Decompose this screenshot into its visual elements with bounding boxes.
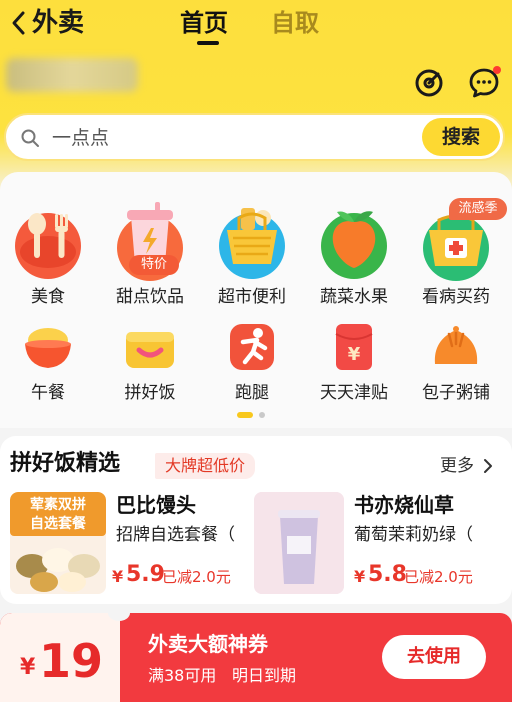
blurred-address[interactable] xyxy=(6,58,138,92)
search-icon xyxy=(21,129,39,147)
category-drinks[interactable]: 特价 甜点饮品 xyxy=(102,200,198,308)
dish-image-text-line: 自选套餐 xyxy=(30,516,86,532)
drink-icon: 特价 xyxy=(109,200,191,282)
group-meal-section: 拼好饭精选 大牌超低价 更多 荤素双拼自选套餐 巴比馒头 招牌自选套餐（ ¥ 5… xyxy=(0,436,512,604)
dumplings-picture xyxy=(16,548,100,592)
coupon-currency: ¥ xyxy=(20,655,36,680)
price-value: 5.9 xyxy=(126,562,165,587)
category-label: 天天津贴 xyxy=(320,383,388,403)
price-currency: ¥ xyxy=(354,567,366,586)
price-currency: ¥ xyxy=(112,567,124,586)
promo-tag: 大牌超低价 xyxy=(155,453,256,479)
category-subsidy[interactable]: ¥ 天天津贴 xyxy=(306,320,402,404)
category-food[interactable]: 美食 xyxy=(0,200,96,308)
chevron-right-icon[interactable] xyxy=(482,458,494,474)
category-lunch[interactable]: 午餐 xyxy=(0,320,96,404)
search-button[interactable]: 搜索 xyxy=(422,118,500,156)
red-envelope-icon: ¥ xyxy=(327,320,381,374)
page-dot-active xyxy=(237,412,253,418)
bun-icon xyxy=(429,320,483,374)
coupon-amount: 19 xyxy=(39,634,104,688)
page-dot xyxy=(259,412,265,418)
category-label: 跑腿 xyxy=(235,383,269,403)
dish-shop-name[interactable]: 书亦烧仙草 xyxy=(354,492,454,518)
medicine-icon: 流感季 xyxy=(415,198,507,282)
page-title: 外卖 xyxy=(32,8,85,38)
category-label: 拼好饭 xyxy=(124,383,176,403)
tab-active-indicator xyxy=(197,41,219,45)
notification-dot xyxy=(493,66,501,74)
milk-tea-picture xyxy=(254,492,344,594)
discount-text: 已减2.0元 xyxy=(162,568,231,586)
chevron-left-icon xyxy=(12,11,25,35)
search-bar[interactable]: 一点点 搜索 xyxy=(4,113,505,161)
category-label: 午餐 xyxy=(31,383,65,403)
page-indicator xyxy=(237,412,277,418)
rice-bowl-icon xyxy=(21,320,75,374)
coupon-expiry: 明日到期 xyxy=(232,666,297,685)
basket-icon xyxy=(211,200,293,282)
category-supermarket[interactable]: 超市便利 xyxy=(204,200,300,308)
dish-image[interactable] xyxy=(254,492,344,594)
coupon-banner[interactable]: ¥ 19 外卖大额神券 满38可用 明日到期 去使用 xyxy=(0,613,512,702)
sale-badge: 特价 xyxy=(129,255,179,275)
discount-text: 已减2.0元 xyxy=(404,568,473,586)
scan-button[interactable] xyxy=(413,67,445,99)
dish-description: 葡萄茉莉奶绿（ xyxy=(354,525,473,545)
coupon-amount-area: ¥ 19 xyxy=(0,613,120,702)
use-coupon-button[interactable]: 去使用 xyxy=(382,635,486,679)
section-title: 拼好饭精选 xyxy=(10,451,121,476)
more-link[interactable]: 更多 xyxy=(440,454,474,478)
dish-image-caption: 荤素双拼 自选套餐 xyxy=(10,492,106,536)
category-label: 美食 xyxy=(31,287,65,307)
tab-home[interactable]: 首页 xyxy=(180,6,228,40)
category-label: 看病买药 xyxy=(422,287,490,307)
box-icon xyxy=(123,320,177,374)
search-input[interactable]: 一点点 xyxy=(52,126,109,150)
dish-image[interactable]: 荤素双拼 自选套餐 xyxy=(10,492,106,594)
svg-text:¥: ¥ xyxy=(348,344,361,365)
coupon-title: 外卖大额神券 xyxy=(148,632,268,656)
coupon-condition: 满38可用 xyxy=(148,666,217,685)
category-group-meal[interactable]: 拼好饭 xyxy=(102,320,198,404)
scan-icon xyxy=(415,69,443,97)
tab-pickup[interactable]: 自取 xyxy=(271,6,319,40)
dish-image-text-line: 荤素双拼 xyxy=(30,497,86,513)
back-button[interactable] xyxy=(6,8,30,38)
dish-shop-name[interactable]: 巴比馒头 xyxy=(116,492,196,518)
category-label: 超市便利 xyxy=(218,287,286,307)
category-bun-porridge[interactable]: 包子粥铺 xyxy=(408,320,504,404)
nav-bar: 外卖 首页 自取 xyxy=(0,0,512,52)
category-fruit[interactable]: 蔬菜水果 xyxy=(306,200,402,308)
flu-season-badge: 流感季 xyxy=(449,198,507,220)
message-button[interactable] xyxy=(468,66,501,99)
price-value: 5.8 xyxy=(368,562,407,587)
fruit-icon xyxy=(313,200,395,282)
category-label: 包子粥铺 xyxy=(422,383,490,403)
category-label: 蔬菜水果 xyxy=(320,287,388,307)
dish-image-text: 荤素双拼 自选套餐 xyxy=(30,497,86,532)
dish-description: 招牌自选套餐（ xyxy=(116,525,235,545)
runner-icon xyxy=(225,320,279,374)
category-errand[interactable]: 跑腿 xyxy=(204,320,300,404)
category-label: 甜点饮品 xyxy=(116,287,184,307)
category-medicine[interactable]: 流感季 看病买药 xyxy=(408,198,507,308)
food-icon xyxy=(7,200,89,282)
